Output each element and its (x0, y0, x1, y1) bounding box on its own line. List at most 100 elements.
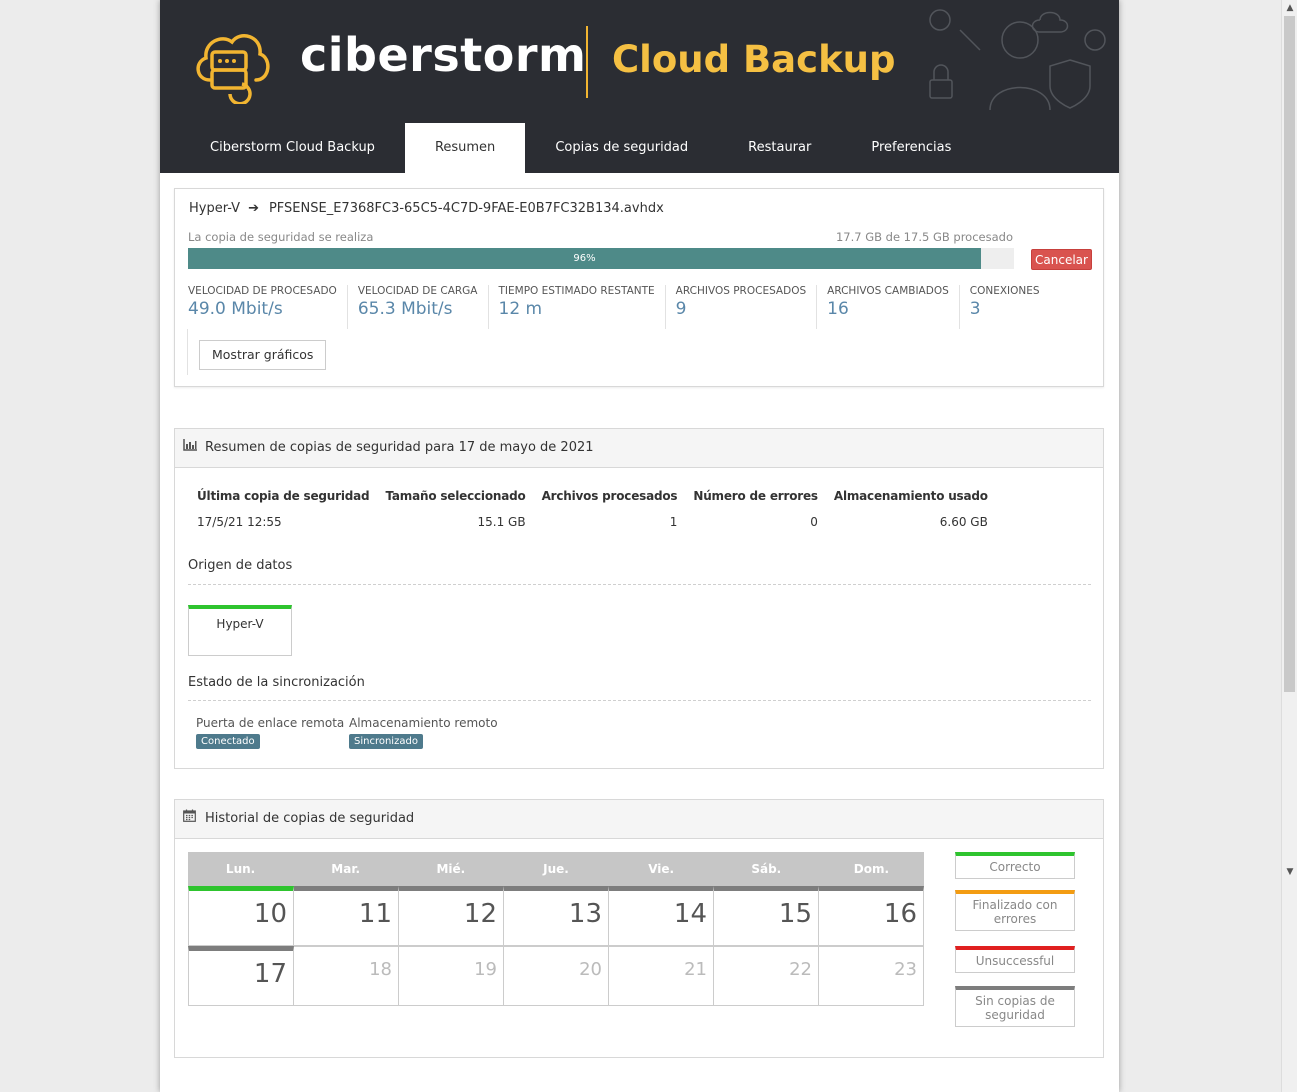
arrow-right-icon: ➔ (248, 201, 259, 216)
tab-restaurar[interactable]: Restaurar (718, 123, 841, 173)
calendar-day[interactable]: 10 (188, 886, 294, 946)
history-header: Historial de copias de seguridad (175, 800, 1103, 839)
calendar-day[interactable]: 17 (188, 946, 294, 1006)
day-number: 15 (778, 899, 812, 929)
weekday-label: Jue. (543, 862, 569, 876)
stat-label: CONEXIONES (969, 285, 1040, 297)
divider (187, 329, 188, 375)
tab-preferencias[interactable]: Preferencias (841, 123, 981, 173)
calendar-day: 21 (609, 946, 714, 1006)
weekday-label: Mié. (436, 862, 466, 876)
status-badge: Conectado (196, 734, 260, 749)
product-name: Cloud Backup (612, 38, 896, 81)
data-source-item[interactable]: Hyper-V (188, 605, 292, 656)
stat-label: VELOCIDAD DE CARGA (357, 285, 478, 297)
scroll-down-icon[interactable]: ▼ (1282, 864, 1297, 880)
calendar-day: 18 (294, 946, 399, 1006)
tab-resumen[interactable]: Resumen (404, 123, 526, 173)
legend-completed-with-errors: Finalizado con errores (955, 890, 1075, 931)
backup-path: Hyper-V ➔ PFSENSE_E7368FC3-65C5-4C7D-9FAE-… (189, 201, 664, 216)
calendar-day[interactable]: 11 (294, 886, 399, 946)
stat-value: 3 (969, 299, 981, 319)
column-header: Tamaño seleccionado (385, 489, 526, 503)
weekday-label: Vie. (648, 862, 675, 876)
calendar-week: 17 18 19 20 21 22 23 (188, 946, 924, 1006)
stat-value: 12 m (498, 299, 543, 319)
processed-amount: 17.7 GB de 17.5 GB procesado (835, 230, 1013, 244)
backup-progress-panel: Hyper-V ➔ PFSENSE_E7368FC3-65C5-4C7D-9FAE-… (174, 188, 1104, 387)
table-cell: 6.60 GB (939, 515, 988, 529)
divider (188, 584, 1091, 585)
calendar-day[interactable]: 12 (399, 886, 504, 946)
table-row: 17/5/21 12:55 15.1 GB 1 0 6.60 GB (189, 507, 996, 537)
stat-files-changed: ARCHIVOS CAMBIADOS 16 (827, 285, 960, 329)
backup-summary-panel: Resumen de copias de seguridad para 17 d… (174, 428, 1104, 769)
stat-label: ARCHIVOS CAMBIADOS (827, 285, 949, 297)
column-header: Última copia de seguridad (197, 489, 370, 503)
day-number: 19 (474, 959, 497, 980)
calendar-weekdays: Lun. Mar. Mié. Jue. Vie. Sáb. Dom. (188, 852, 924, 886)
page: ciberstorm Cloud Backup Ciberstorm Cloud… (160, 0, 1119, 1092)
summary-header: Resumen de copias de seguridad para 17 d… (175, 429, 1103, 468)
scrollbar-thumb[interactable] (1284, 16, 1295, 692)
weekday-label: Sáb. (751, 862, 782, 876)
day-number: 17 (253, 959, 287, 989)
tab-copias-de-seguridad[interactable]: Copias de seguridad (525, 123, 718, 173)
summary-table: Última copia de seguridad Tamaño selecci… (189, 485, 996, 537)
calendar-day: 20 (504, 946, 609, 1006)
stat-label: VELOCIDAD DE PROCESADO (188, 285, 337, 297)
calendar-day[interactable]: 13 (504, 886, 609, 946)
tab-ciberstorm-cloud-backup[interactable]: Ciberstorm Cloud Backup (180, 123, 405, 173)
weekday-label: Lun. (225, 862, 256, 876)
day-number: 10 (253, 899, 287, 929)
bar-chart-icon (183, 429, 197, 467)
calendar-day: 22 (714, 946, 819, 1006)
data-origin-title: Origen de datos (188, 558, 293, 573)
cancel-button[interactable]: Cancelar (1031, 249, 1092, 270)
vertical-scrollbar[interactable]: ▲ ▼ (1281, 0, 1297, 1092)
progress-bar-fill: 96% (188, 248, 981, 269)
weekday-label: Dom. (853, 862, 890, 876)
sync-remote-storage: Almacenamiento remoto Sincronizado (349, 716, 498, 749)
day-number: 22 (789, 959, 812, 980)
status-badge: Sincronizado (349, 734, 423, 749)
calendar-day[interactable]: 15 (714, 886, 819, 946)
column-header: Número de errores (693, 489, 818, 503)
calendar-day: 19 (399, 946, 504, 1006)
brand-divider (586, 26, 588, 98)
legend-success: Correcto (955, 852, 1075, 879)
legend-unsuccessful: Unsuccessful (955, 946, 1075, 973)
calendar-day: 23 (819, 946, 924, 1006)
day-number: 12 (463, 899, 497, 929)
column-header: Almacenamiento usado (833, 489, 988, 503)
calendar-day[interactable]: 16 (819, 886, 924, 946)
sync-label: Almacenamiento remoto (349, 716, 498, 730)
column-header: Archivos procesados (541, 489, 678, 503)
cloud-server-icon (196, 34, 270, 104)
sync-label: Puerta de enlace remota (196, 716, 345, 730)
day-number: 13 (568, 899, 602, 929)
security-decoration-icon (929, 9, 1106, 111)
table-cell: 1 (669, 515, 678, 529)
table-cell: 17/5/21 12:55 (197, 515, 282, 529)
backup-source: Hyper-V (189, 201, 241, 216)
stat-value: 65.3 Mbit/s (357, 299, 453, 319)
stats-row: VELOCIDAD DE PROCESADO 49.0 Mbit/s VELOC… (188, 285, 1060, 329)
scroll-up-icon[interactable]: ▲ (1282, 0, 1297, 16)
stat-value: 49.0 Mbit/s (188, 299, 283, 319)
weekday-label: Mar. (331, 862, 361, 876)
table-cell: 15.1 GB (477, 515, 526, 529)
stat-label: ARCHIVOS PROCESADOS (675, 285, 807, 297)
table-header-row: Última copia de seguridad Tamaño selecci… (189, 485, 996, 507)
table-cell: 0 (810, 515, 818, 529)
day-number: 11 (358, 899, 392, 929)
calendar-day[interactable]: 14 (609, 886, 714, 946)
show-graphs-button[interactable]: Mostrar gráficos (199, 340, 327, 370)
sync-status-title: Estado de la sincronización (188, 675, 365, 690)
stat-upload-speed: VELOCIDAD DE CARGA 65.3 Mbit/s (358, 285, 489, 329)
backup-history-panel: Historial de copias de seguridad Lun. Ma… (174, 799, 1104, 1058)
day-number: 18 (369, 959, 392, 980)
backup-file: PFSENSE_E7368FC3-65C5-4C7D-9FAE-E0B7FC32… (268, 201, 664, 216)
stat-files-processed: ARCHIVOS PROCESADOS 9 (675, 285, 818, 329)
stat-connections: CONEXIONES 3 (970, 285, 1050, 329)
